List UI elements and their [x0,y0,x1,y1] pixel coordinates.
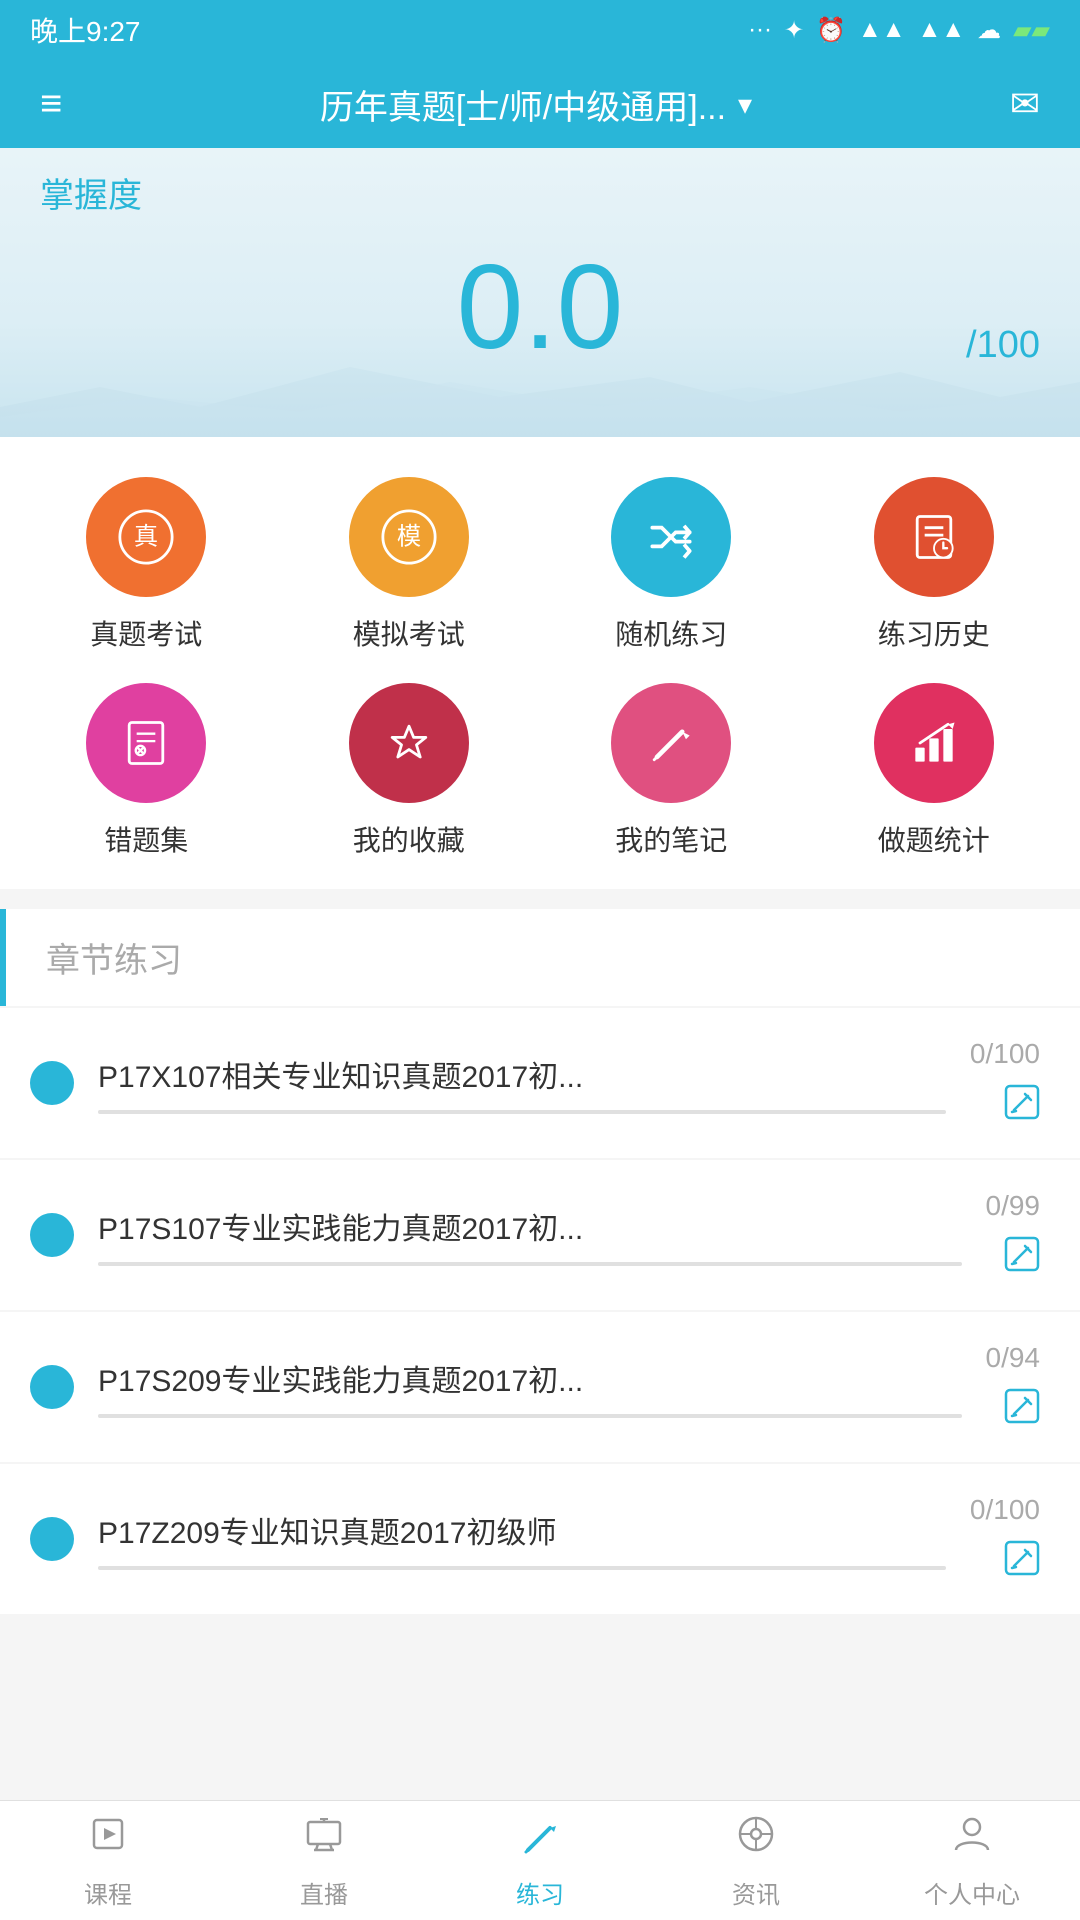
random-practice-icon [611,477,731,597]
live-nav-icon [302,1812,346,1867]
list-item-title: P17S107专业实践能力真题2017初... [98,1204,962,1248]
live-nav-label: 直播 [300,1875,348,1910]
practice-nav-icon [518,1812,562,1867]
header-title-container[interactable]: 历年真题[士/师/中级通用]... ▾ [320,80,752,129]
nav-item-news[interactable]: 资讯 [648,1812,864,1910]
list-content: P17X107相关专业知识真题2017初... [98,1052,946,1114]
list-dot [30,1213,74,1257]
action-item-random-practice[interactable]: 随机练习 [545,477,798,653]
mock-exam-icon: 模 [349,477,469,597]
edit-icon[interactable] [1004,1540,1040,1584]
list-content: P17S107专业实践能力真题2017初... [98,1204,962,1266]
profile-nav-icon [950,1812,994,1867]
battery-icon: ▰▰ [1013,16,1050,45]
list-item-title: P17X107相关专业知识真题2017初... [98,1052,946,1096]
chapter-title: 章节练习 [46,933,182,982]
list-progress-bar [98,1110,946,1114]
list-dot [30,1061,74,1105]
nav-item-live[interactable]: 直播 [216,1812,432,1910]
real-exam-label: 真题考试 [90,613,202,653]
list-item-item1[interactable]: P17X107相关专业知识真题2017初... 0/100 [0,1008,1080,1158]
random-practice-label: 随机练习 [615,613,727,653]
list-progress-bar [98,1414,962,1418]
svg-text:真: 真 [134,523,158,550]
dots-icon: ··· [748,16,772,44]
news-nav-label: 资讯 [732,1875,780,1910]
list-item-item3[interactable]: P17S209专业实践能力真题2017初... 0/94 [0,1312,1080,1462]
list-item-title: P17Z209专业知识真题2017初级师 [98,1508,946,1552]
mail-button[interactable]: ✉ [1010,83,1040,125]
list-meta: 0/94 [986,1342,1041,1432]
list-count: 0/100 [970,1494,1040,1526]
action-item-my-notes[interactable]: 我的笔记 [545,683,798,859]
courses-nav-icon [86,1812,130,1867]
real-exam-icon: 真 [86,477,206,597]
error-collection-icon [86,683,206,803]
action-grid: 真 真题考试 模 模拟考试 随机练习 练习历史 错题集 我的收藏 我的笔记 [0,437,1080,889]
nav-item-practice[interactable]: 练习 [432,1812,648,1910]
nav-item-courses[interactable]: 课程 [0,1812,216,1910]
my-notes-icon [611,683,731,803]
my-notes-label: 我的笔记 [615,819,727,859]
mastery-section: 掌握度 0.0 /100 [0,148,1080,437]
list-progress-bar [98,1566,946,1570]
bottom-nav: 课程 直播 练习 资讯 个人中心 [0,1800,1080,1920]
action-item-my-favorites[interactable]: 我的收藏 [283,683,536,859]
action-item-mock-exam[interactable]: 模 模拟考试 [283,477,536,653]
list-item-item2[interactable]: P17S107专业实践能力真题2017初... 0/99 [0,1160,1080,1310]
profile-nav-label: 个人中心 [924,1875,1020,1910]
list-count: 0/94 [986,1342,1041,1374]
practice-history-label: 练习历史 [878,613,990,653]
alarm-icon: ⏰ [816,16,846,45]
action-item-stats[interactable]: 做题统计 [808,683,1061,859]
list-dot [30,1365,74,1409]
courses-nav-label: 课程 [84,1875,132,1910]
signal1-icon: ▲▲ [858,16,906,44]
list-item-item4[interactable]: P17Z209专业知识真题2017初级师 0/100 [0,1464,1080,1614]
stats-icon [874,683,994,803]
edit-icon[interactable] [1004,1084,1040,1128]
list-dot [30,1517,74,1561]
mountain-background [0,357,1080,437]
list-container: P17X107相关专业知识真题2017初... 0/100 P17S107专业实… [0,1008,1080,1614]
my-favorites-label: 我的收藏 [353,819,465,859]
list-meta: 0/99 [986,1190,1041,1280]
action-item-real-exam[interactable]: 真 真题考试 [20,477,273,653]
practice-nav-label: 练习 [516,1875,564,1910]
list-count: 0/99 [986,1190,1041,1222]
nav-item-profile[interactable]: 个人中心 [864,1812,1080,1910]
chapter-header: 章节练习 [0,909,1080,1006]
status-time: 晚上9:27 [30,10,141,50]
status-bar: 晚上9:27 ··· ✦ ⏰ ▲▲ ▲▲ ☁ ▰▰ [0,0,1080,60]
chevron-down-icon: ▾ [738,88,752,121]
bluetooth-icon: ✦ [784,16,804,45]
list-content: P17S209专业实践能力真题2017初... [98,1356,962,1418]
signal2-icon: ▲▲ [918,16,966,44]
wifi-icon: ☁ [977,16,1001,45]
action-item-error-collection[interactable]: 错题集 [20,683,273,859]
mastery-score: 0.0 [457,247,624,367]
stats-label: 做题统计 [878,819,990,859]
svg-text:模: 模 [397,523,421,550]
news-nav-icon [734,1812,778,1867]
list-item-title: P17S209专业实践能力真题2017初... [98,1356,962,1400]
edit-icon[interactable] [1004,1388,1040,1432]
action-item-practice-history[interactable]: 练习历史 [808,477,1061,653]
list-meta: 0/100 [970,1038,1040,1128]
mock-exam-label: 模拟考试 [353,613,465,653]
list-count: 0/100 [970,1038,1040,1070]
menu-button[interactable]: ≡ [40,83,62,126]
header-title-text: 历年真题[士/师/中级通用]... [320,80,726,129]
mastery-label: 掌握度 [40,168,1040,217]
practice-history-icon [874,477,994,597]
list-meta: 0/100 [970,1494,1040,1584]
app-header: ≡ 历年真题[士/师/中级通用]... ▾ ✉ [0,60,1080,148]
list-progress-bar [98,1262,962,1266]
error-collection-label: 错题集 [104,819,188,859]
edit-icon[interactable] [1004,1236,1040,1280]
list-content: P17Z209专业知识真题2017初级师 [98,1508,946,1570]
my-favorites-icon [349,683,469,803]
status-icons: ··· ✦ ⏰ ▲▲ ▲▲ ☁ ▰▰ [748,16,1050,45]
